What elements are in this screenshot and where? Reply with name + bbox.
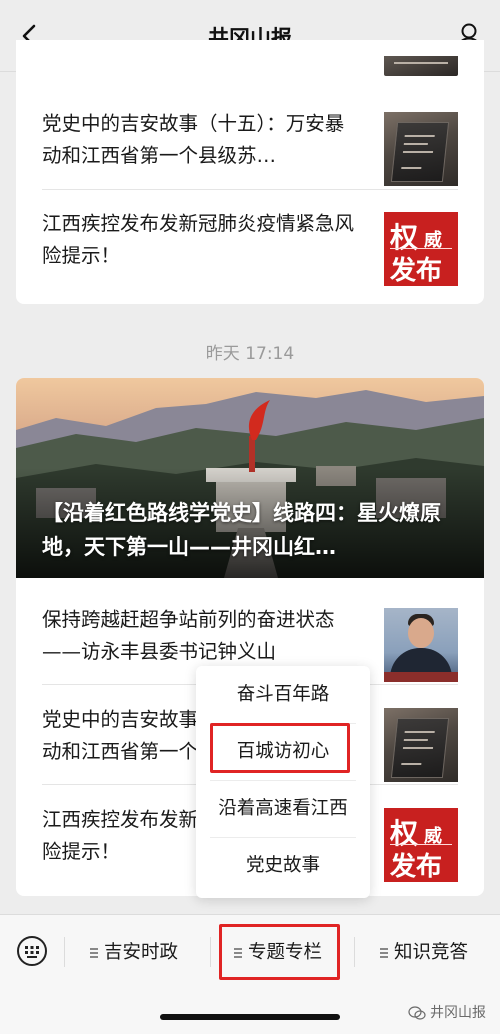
article-item[interactable]: 江西疾控发布发新冠肺炎疫情紧急风险提示！ 权 威 发布 xyxy=(16,190,484,290)
highlight-box xyxy=(210,723,350,773)
article-item[interactable]: 党史中的吉安故事（十五）：万安暴动和江西省第一个县级苏… xyxy=(16,90,484,190)
menu-divider xyxy=(210,937,211,967)
menu-tab[interactable]: 知识竞答 xyxy=(380,933,468,973)
thumb-text: 发布 xyxy=(390,256,443,286)
message-timestamp: 昨天 17:14 xyxy=(205,344,295,364)
monument-thumbnail xyxy=(384,112,458,186)
menu-lines-icon xyxy=(380,948,388,958)
watermark: 井冈山报 xyxy=(408,1002,486,1022)
authority-release-thumbnail: 权 威 发布 xyxy=(384,212,458,286)
thumb-text: 发布 xyxy=(390,852,443,882)
keyboard-icon[interactable] xyxy=(16,935,48,967)
submenu-item[interactable]: 奋斗百年路 xyxy=(210,666,356,723)
article-title: 保持跨越赶超争站前列的奋进状态——访永丰县委书记钟义山 xyxy=(42,608,335,663)
submenu-popup: 奋斗百年路 百城访初心 沿着高速看江西 党史故事 xyxy=(196,666,370,898)
menu-tab-label: 吉安时政 xyxy=(104,942,179,963)
submenu-item[interactable]: 沿着高速看江西 xyxy=(210,780,356,837)
watermark-text: 井冈山报 xyxy=(430,1005,486,1021)
monument-thumbnail xyxy=(384,708,458,782)
article-title: 江西疾控发布发新冠肺炎疫情紧急风险提示！ xyxy=(42,212,354,267)
message-card-top: 党史中的吉安故事（十五）：万安暴动和江西省第一个县级苏… 江西疾控发布发新冠肺炎… xyxy=(16,40,484,304)
menu-divider xyxy=(354,937,355,967)
hero-article[interactable]: 【沿着红色路线学党史】线路四：星火燎原地，天下第一山——井冈山红… xyxy=(16,378,484,578)
article-title: 党史中的吉安故事（十五）：万安暴动和江西省第一个县级苏… xyxy=(42,112,345,167)
cropped-thumbnail xyxy=(384,56,458,76)
menu-tab-label: 知识竞答 xyxy=(394,942,469,963)
portrait-thumbnail xyxy=(384,608,458,682)
authority-release-thumbnail: 权 威 发布 xyxy=(384,808,458,882)
menu-lines-icon xyxy=(90,948,98,958)
menu-divider xyxy=(64,937,65,967)
home-indicator[interactable] xyxy=(160,1014,340,1020)
highlight-box xyxy=(219,924,340,980)
hero-article-title: 【沿着红色路线学党史】线路四：星火燎原地，天下第一山——井冈山红… xyxy=(42,501,441,559)
menu-tab[interactable]: 吉安时政 xyxy=(90,933,178,973)
wechat-icon xyxy=(408,1006,426,1020)
submenu-item[interactable]: 党史故事 xyxy=(210,837,356,894)
